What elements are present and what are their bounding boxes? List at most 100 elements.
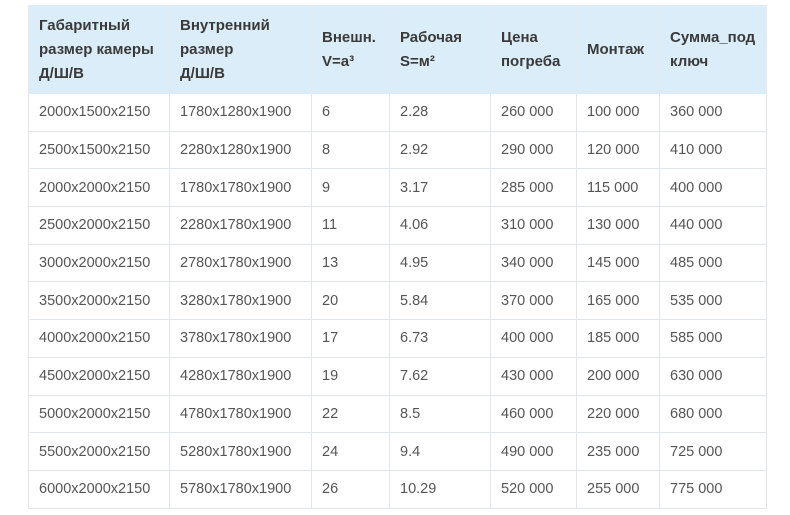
header-line: размер <box>180 40 234 58</box>
cell-area: 8.5 <box>389 394 491 434</box>
cell-overall-size: 6000x2000x2150 <box>28 469 170 509</box>
cell-volume: 24 <box>311 432 390 471</box>
cell-installation: 235 000 <box>576 432 660 471</box>
cell-total: 775 000 <box>659 469 767 509</box>
cell-price: 400 000 <box>490 319 577 358</box>
cell-installation: 165 000 <box>576 281 660 321</box>
table-header: Габаритный размер камеры Д/Ш/В Внутренний ра… <box>28 5 767 94</box>
header-line: Д/Ш/В <box>180 64 225 82</box>
header-line: S=м² <box>400 52 435 70</box>
cell-installation: 255 000 <box>576 469 660 509</box>
cell-volume: 19 <box>311 356 390 396</box>
cell-inner-size: 4280x1780x1900 <box>169 356 312 396</box>
table-row: 2000x2000x2150 1780x1780x1900 9 3.17 285 000… <box>28 168 767 208</box>
header-area: Рабочая S=м² <box>389 5 491 94</box>
cell-overall-size: 2000x1500x2150 <box>28 94 170 132</box>
header-overall-size: Габаритный размер камеры Д/Ш/В <box>28 5 170 94</box>
table-row: 3500x2000x2150 3280x1780x1900 20 5.84 370 00… <box>28 281 767 321</box>
header-line: ключ <box>670 52 709 70</box>
cell-overall-size: 2500x2000x2150 <box>28 206 170 245</box>
header-line: размер камеры <box>39 40 154 58</box>
cell-overall-size: 3500x2000x2150 <box>28 281 170 321</box>
header-row: Габаритный размер камеры Д/Ш/В Внутренний ра… <box>28 5 767 94</box>
cell-price: 490 000 <box>490 432 577 471</box>
cell-price: 285 000 <box>490 168 577 208</box>
header-line: Цена <box>501 28 538 46</box>
table-row: 2500x2000x2150 2280x1780x1900 11 4.06 310 00… <box>28 206 767 245</box>
price-table: Габаритный размер камеры Д/Ш/В Внутренний ра… <box>28 5 767 509</box>
price-table-container: Габаритный размер камеры Д/Ш/В Внутренний ра… <box>28 5 767 509</box>
header-total: Сумма_под ключ <box>659 5 767 94</box>
cell-price: 430 000 <box>490 356 577 396</box>
cell-total: 585 000 <box>659 319 767 358</box>
cell-overall-size: 4000x2000x2150 <box>28 319 170 358</box>
cell-area: 10.29 <box>389 469 491 509</box>
cell-area: 3.17 <box>389 168 491 208</box>
cell-total: 400 000 <box>659 168 767 208</box>
header-line: Внутренний <box>180 16 270 34</box>
header-price: Цена погреба <box>490 5 577 94</box>
cell-total: 725 000 <box>659 432 767 471</box>
cell-volume: 17 <box>311 319 390 358</box>
cell-installation: 145 000 <box>576 243 660 283</box>
cell-inner-size: 1780x1280x1900 <box>169 94 312 132</box>
cell-area: 9.4 <box>389 432 491 471</box>
cell-volume: 26 <box>311 469 390 509</box>
cell-price: 340 000 <box>490 243 577 283</box>
cell-overall-size: 5000x2000x2150 <box>28 394 170 434</box>
cell-inner-size: 2280x1280x1900 <box>169 130 312 170</box>
header-line: Монтаж <box>587 40 645 58</box>
cell-price: 460 000 <box>490 394 577 434</box>
cell-area: 5.84 <box>389 281 491 321</box>
cell-inner-size: 5280x1780x1900 <box>169 432 312 471</box>
cell-overall-size: 5500x2000x2150 <box>28 432 170 471</box>
cell-total: 360 000 <box>659 94 767 132</box>
cell-total: 535 000 <box>659 281 767 321</box>
header-line: Рабочая <box>400 28 463 46</box>
cell-price: 370 000 <box>490 281 577 321</box>
cell-overall-size: 4500x2000x2150 <box>28 356 170 396</box>
header-line: Габаритный <box>39 16 131 34</box>
table-row: 5000x2000x2150 4780x1780x1900 22 8.5 460 000… <box>28 394 767 434</box>
cell-volume: 6 <box>311 94 390 132</box>
cell-area: 4.06 <box>389 206 491 245</box>
cell-installation: 115 000 <box>576 168 660 208</box>
cell-installation: 130 000 <box>576 206 660 245</box>
cell-inner-size: 1780x1780x1900 <box>169 168 312 208</box>
cell-installation: 220 000 <box>576 394 660 434</box>
cell-area: 2.92 <box>389 130 491 170</box>
cell-inner-size: 5780x1780x1900 <box>169 469 312 509</box>
cell-area: 7.62 <box>389 356 491 396</box>
cell-overall-size: 2000x2000x2150 <box>28 168 170 208</box>
header-line: Д/Ш/В <box>39 64 84 82</box>
cell-inner-size: 3280x1780x1900 <box>169 281 312 321</box>
cell-volume: 20 <box>311 281 390 321</box>
table-row: 2000x1500x2150 1780x1280x1900 6 2.28 260 000… <box>28 94 767 132</box>
cell-volume: 13 <box>311 243 390 283</box>
table-body: 2000x1500x2150 1780x1280x1900 6 2.28 260 000… <box>28 94 767 509</box>
table-row: 6000x2000x2150 5780x1780x1900 26 10.29 520 0… <box>28 469 767 509</box>
cell-price: 310 000 <box>490 206 577 245</box>
cell-total: 440 000 <box>659 206 767 245</box>
cell-volume: 11 <box>311 206 390 245</box>
cell-area: 4.95 <box>389 243 491 283</box>
cell-price: 520 000 <box>490 469 577 509</box>
cell-price: 260 000 <box>490 94 577 132</box>
table-row: 5500x2000x2150 5280x1780x1900 24 9.4 490 000… <box>28 432 767 471</box>
cell-overall-size: 2500x1500x2150 <box>28 130 170 170</box>
cell-area: 2.28 <box>389 94 491 132</box>
cell-volume: 9 <box>311 168 390 208</box>
table-row: 2500x1500x2150 2280x1280x1900 8 2.92 290 000… <box>28 130 767 170</box>
cell-total: 680 000 <box>659 394 767 434</box>
cell-inner-size: 3780x1780x1900 <box>169 319 312 358</box>
cell-inner-size: 2280x1780x1900 <box>169 206 312 245</box>
header-line: Внешн. <box>322 28 376 46</box>
cell-volume: 8 <box>311 130 390 170</box>
cell-price: 290 000 <box>490 130 577 170</box>
cell-installation: 120 000 <box>576 130 660 170</box>
cell-inner-size: 4780x1780x1900 <box>169 394 312 434</box>
table-row: 4500x2000x2150 4280x1780x1900 19 7.62 430 00… <box>28 356 767 396</box>
cell-installation: 185 000 <box>576 319 660 358</box>
cell-installation: 200 000 <box>576 356 660 396</box>
header-line: V=a³ <box>322 52 355 70</box>
